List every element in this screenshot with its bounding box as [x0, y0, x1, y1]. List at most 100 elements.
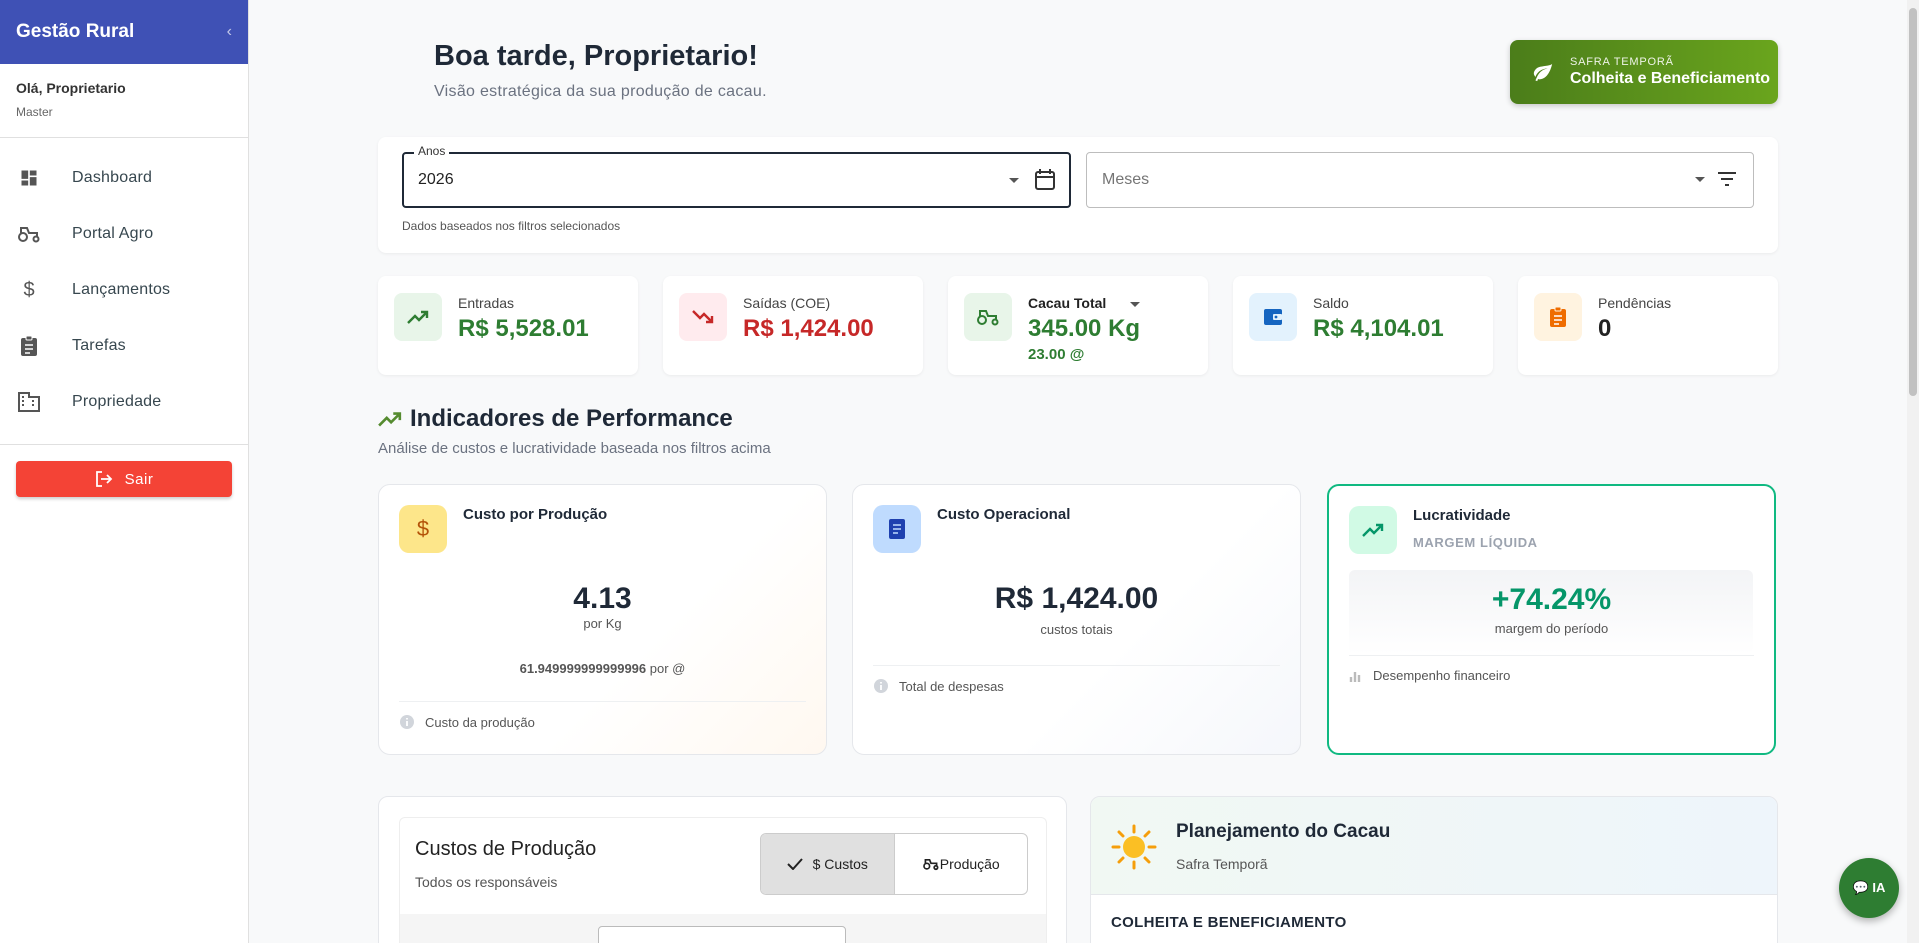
kpi-subvalue: 23.00 @	[1028, 346, 1085, 363]
page-subtitle: Visão estratégica da sua produção de cac…	[434, 83, 767, 100]
panel-body	[400, 914, 1046, 943]
card-unit: por Kg	[583, 616, 622, 631]
sidebar-item-propriedade[interactable]: Propriedade	[0, 374, 248, 430]
card-footer: Custo da produção	[399, 701, 806, 730]
sidebar-item-tarefas[interactable]: Tarefas	[0, 318, 248, 374]
clipboard-icon	[1534, 293, 1582, 341]
card-metric: R$ 1,424.00 custos totais	[853, 582, 1300, 637]
info-icon	[400, 715, 414, 729]
production-costs-card: Custos de Produção Todos os responsáveis…	[399, 817, 1047, 943]
collapse-sidebar-icon[interactable]: ‹	[227, 23, 232, 41]
section-subtitle: Análise de custos e lucratividade basead…	[378, 440, 771, 457]
clipboard-icon	[16, 333, 42, 359]
kpi-value: R$ 4,104.01	[1313, 315, 1444, 342]
card-footer-text: Custo da produção	[425, 714, 535, 730]
app-root: Gestão Rural ‹ Olá, Proprietario Master …	[0, 0, 1919, 943]
planning-subtitle: Safra Temporã	[1176, 856, 1268, 872]
planning-stage: COLHEITA E BENEFICIAMENTO	[1111, 914, 1347, 931]
tractor-icon	[922, 858, 939, 871]
dashboard-icon	[16, 165, 42, 191]
sidebar-item-label: Propriedade	[72, 393, 162, 410]
user-info: Olá, Proprietario Master	[0, 64, 248, 138]
logout-button[interactable]: Sair	[16, 461, 232, 497]
sidebar-item-dashboard[interactable]: Dashboard	[0, 150, 248, 206]
panel-subtitle: Todos os responsáveis	[415, 874, 558, 890]
kpi-value: R$ 5,528.01	[458, 315, 589, 342]
panel-select[interactable]	[598, 926, 846, 943]
kpi-label: Saídas (COE)	[743, 295, 831, 311]
main-content: Boa tarde, Proprietario! Visão estratégi…	[250, 0, 1900, 943]
logout-label: Sair	[124, 470, 154, 488]
kpi-label: Cacau Total	[1028, 295, 1107, 311]
kpi-value: 0	[1598, 315, 1612, 342]
operational-cost-card: Custo Operacional R$ 1,424.00 custos tot…	[852, 484, 1301, 755]
season-name: Colheita e Beneficiamento	[1570, 70, 1771, 87]
building-icon	[16, 389, 42, 415]
sidebar-header: Gestão Rural ‹	[0, 0, 248, 64]
card-footer: Desempenho financeiro	[1349, 655, 1754, 683]
filters-hint: Dados baseados nos filtros selecionados	[402, 219, 621, 233]
months-placeholder: Meses	[1102, 171, 1150, 188]
card-title: Lucratividade	[1413, 507, 1511, 524]
card-unit: margem do período	[1494, 621, 1609, 636]
kpi-label: Saldo	[1313, 295, 1349, 311]
sidebar-item-label: Portal Agro	[72, 225, 154, 242]
toggle-costs[interactable]: $ Custos	[761, 834, 895, 894]
card-title: Custo Operacional	[937, 506, 1071, 523]
years-dropdown-icon[interactable]	[1009, 178, 1019, 183]
filter-icon[interactable]	[1717, 171, 1737, 187]
planning-header: Planejamento do Cacau Safra Temporã	[1091, 797, 1777, 895]
sidebar-item-lancamentos[interactable]: $ Lançamentos	[0, 262, 248, 318]
sidebar-item-label: Tarefas	[72, 337, 126, 354]
calendar-icon[interactable]	[1034, 168, 1056, 192]
planning-panel: Planejamento do Cacau Safra Temporã COLH…	[1090, 796, 1778, 943]
years-select[interactable]: Anos 2026	[402, 144, 1071, 208]
per-arroba: 61.949999999999996 por @	[379, 661, 826, 676]
trending-up-icon	[394, 293, 442, 341]
toggle-production[interactable]: Produção	[895, 834, 1028, 894]
card-subtitle: MARGEM LÍQUIDA	[1413, 535, 1538, 550]
section-title-text: Indicadores de Performance	[410, 405, 733, 432]
app-title: Gestão Rural	[16, 21, 135, 42]
sidebar-item-portal-agro[interactable]: Portal Agro	[0, 206, 248, 262]
dollar-icon: $	[399, 505, 447, 553]
section-title: Indicadores de Performance	[378, 405, 733, 433]
kpi-value: R$ 1,424.00	[743, 315, 874, 342]
leaf-icon	[1533, 63, 1553, 82]
wallet-icon	[1249, 293, 1297, 341]
card-value: R$ 1,424.00	[994, 582, 1159, 615]
trending-down-icon	[679, 293, 727, 341]
months-dropdown-icon[interactable]	[1695, 177, 1705, 182]
panel-title: Custos de Produção	[415, 838, 597, 860]
cost-per-production-card: $ Custo por Produção 4.13 por Kg 61.9499…	[378, 484, 827, 755]
sidebar-nav: Dashboard Portal Agro $ Lançamentos Tare…	[0, 138, 248, 445]
card-metric: 4.13 por Kg	[379, 582, 826, 631]
months-select[interactable]: Meses	[1086, 152, 1754, 208]
sidebar-item-label: Lançamentos	[72, 281, 171, 298]
user-greeting: Olá, Proprietario	[16, 80, 126, 96]
season-label: SAFRA TEMPORÃ	[1570, 56, 1674, 68]
sun-icon	[1111, 824, 1157, 870]
logout-icon	[95, 471, 112, 487]
card-value: +74.24%	[1491, 583, 1612, 616]
page-scrollbar[interactable]	[1907, 0, 1919, 943]
tractor-icon	[964, 293, 1012, 341]
kpi-card-saidas: Saídas (COE) R$ 1,424.00	[663, 276, 923, 375]
page-title: Boa tarde, Proprietario!	[434, 40, 758, 72]
years-label: Anos	[414, 144, 450, 158]
season-button[interactable]: SAFRA TEMPORÃ Colheita e Beneficiamento	[1510, 40, 1778, 104]
card-value: 4.13	[573, 582, 632, 615]
cacau-unit-dropdown-icon[interactable]	[1130, 302, 1140, 307]
kpi-card-cacau-total[interactable]: Cacau Total 345.00 Kg 23.00 @	[948, 276, 1208, 375]
filters-panel: Anos 2026 Meses Dados baseados nos filtr…	[378, 137, 1778, 253]
card-footer: Total de despesas	[873, 665, 1280, 694]
tractor-icon	[16, 221, 42, 247]
scrollbar-thumb[interactable]	[1909, 8, 1917, 396]
bar-chart-icon	[1349, 671, 1361, 682]
years-value: 2026	[418, 171, 454, 188]
dollar-icon: $	[23, 278, 35, 301]
kpi-card-entradas: Entradas R$ 5,528.01	[378, 276, 638, 375]
ai-chat-button[interactable]: 💬 IA	[1839, 858, 1899, 918]
trending-up-icon	[1349, 506, 1397, 554]
planning-title: Planejamento do Cacau	[1176, 821, 1391, 842]
